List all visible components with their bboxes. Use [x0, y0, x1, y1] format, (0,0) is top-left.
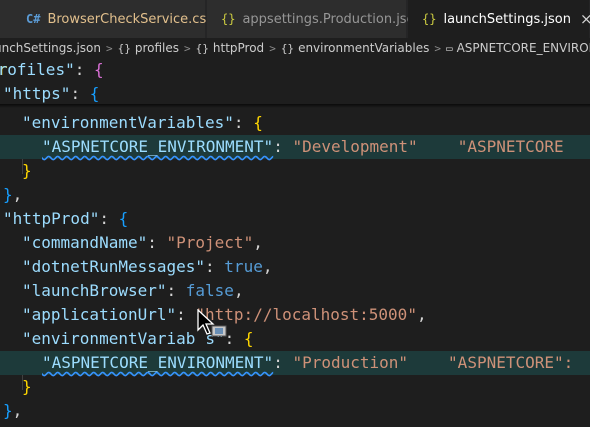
code-line-highlighted[interactable]: "ASPNETCORE_ENVIRONMENT": "Development" "… — [0, 135, 590, 159]
breadcrumb-item-httpprod[interactable]: {} httpProd — [196, 41, 265, 55]
tab-title: BrowserCheckService.cs — [47, 11, 207, 27]
code-token: : — [233, 113, 254, 132]
json-key: "https" — [3, 84, 71, 103]
tab-browsercheckservice[interactable]: C# BrowserCheckService.cs 5 — [0, 0, 224, 38]
object-icon: {} — [117, 41, 131, 55]
code-token: , — [253, 233, 263, 252]
string-property-icon: ▭ — [445, 41, 453, 55]
code-token: , — [416, 305, 427, 324]
breadcrumb-item-profiles[interactable]: {} profiles — [118, 41, 179, 55]
tab-title: appsettings.Production.json — [242, 11, 423, 27]
sticky-scroll-shadow — [0, 104, 590, 108]
code-line[interactable]: } — [0, 159, 590, 183]
code-brace: { — [89, 84, 100, 103]
code-line[interactable]: "httpProd": { — [0, 207, 590, 231]
json-key: rofiles" — [0, 60, 75, 79]
json-string-value-overflow: "ASPNETCORE": — [448, 353, 574, 372]
json-string-value: "Development" — [292, 137, 418, 156]
code-line[interactable]: "https": { — [0, 82, 590, 106]
close-icon[interactable]: × — [580, 10, 590, 28]
code-line[interactable]: "environmentVariab s": { — [0, 327, 590, 351]
code-token: : — [99, 209, 119, 228]
code-line[interactable]: "environmentVariables": { — [0, 111, 590, 135]
json-boolean-value: false — [185, 281, 234, 300]
breadcrumb-item-environmentvariables[interactable]: {} environmentVariables — [281, 41, 430, 55]
breadcrumb-item-file[interactable]: unchSettings.json — [0, 41, 101, 55]
code-brace: { — [93, 60, 104, 79]
code-line[interactable]: "commandName": "Project", — [0, 231, 590, 255]
breadcrumb-label: profiles — [134, 41, 180, 55]
mouse-pointer-icon — [197, 309, 227, 337]
tab-title: launchSettings.json — [443, 11, 571, 27]
code-brace: } — [22, 377, 32, 396]
tab-launchsettings[interactable]: {} launchSettings.json × — [408, 0, 590, 38]
json-file-icon: {} — [422, 12, 437, 26]
object-icon: {} — [280, 41, 295, 55]
breadcrumb-item-aspnetcore-environment[interactable]: ▭ ASPNETCORE_ENVIRONMENT — [446, 41, 590, 55]
breadcrumb-label: httpProd — [212, 41, 265, 55]
code-brace: { — [118, 209, 129, 228]
code-editor[interactable]: rrofiles": { "https": { "environmentVari… — [0, 58, 590, 427]
object-icon: {} — [195, 41, 209, 55]
code-line[interactable]: "dotnetRunMessages": true, — [0, 255, 590, 279]
code-token: : — [205, 257, 225, 276]
code-token: : — [166, 281, 186, 300]
code-token: , — [12, 401, 23, 420]
code-token: : — [74, 60, 94, 79]
code-token: : — [70, 84, 90, 103]
breadcrumb-separator: > — [105, 41, 113, 55]
json-key: "commandName" — [22, 233, 148, 252]
json-string-value: "Production" — [292, 353, 409, 372]
json-key: "ASPNETCORE_ENVIRONMENT" — [42, 353, 274, 372]
code-token: : — [273, 137, 293, 156]
code-brace: { — [243, 329, 254, 348]
json-file-icon: {} — [221, 12, 236, 26]
code-brace: { — [253, 113, 263, 132]
code-token: : — [176, 305, 196, 324]
tab-bar: C# BrowserCheckService.cs 5 {} appsettin… — [0, 0, 590, 38]
json-key: "ASPNETCORE_ENVIRONMENT" — [42, 137, 274, 156]
breadcrumb-separator: > — [434, 41, 441, 55]
code-token: , — [12, 185, 23, 204]
breadcrumb-separator: > — [184, 41, 191, 55]
breadcrumb-label: unchSettings.json — [0, 41, 101, 55]
json-key: "httpProd" — [3, 209, 100, 228]
json-string-value: "Project" — [166, 233, 254, 252]
code-token: , — [262, 257, 273, 276]
code-line[interactable]: "applicationUrl": "http://localhost:5000… — [0, 303, 590, 327]
json-key: "environmentVariables" — [22, 113, 234, 132]
code-line-highlighted[interactable]: "ASPNETCORE_ENVIRONMENT": "Production" "A… — [0, 351, 590, 375]
code-line[interactable]: }, — [0, 399, 590, 423]
tab-appsettings-production[interactable]: {} appsettings.Production.json — [207, 0, 423, 38]
breadcrumb-separator: > — [269, 41, 276, 55]
breadcrumb-label: environmentVariables — [298, 41, 430, 55]
json-boolean-value: true — [224, 257, 263, 276]
json-key: "environmentVariab — [22, 329, 196, 348]
json-string-value-overflow: "ASPNETCORE — [457, 137, 564, 156]
code-token: , — [233, 281, 244, 300]
json-key: "dotnetRunMessages" — [22, 257, 206, 276]
code-line[interactable]: } — [0, 375, 590, 399]
code-brace: } — [3, 185, 13, 204]
breadcrumb: unchSettings.json > {} profiles > {} htt… — [0, 38, 590, 58]
code-line[interactable]: "launchBrowser": false, — [0, 279, 590, 303]
json-key: "launchBrowser" — [22, 281, 167, 300]
code-line[interactable]: rrofiles": { — [0, 58, 590, 82]
csharp-file-icon: C# — [26, 12, 41, 26]
code-brace: } — [3, 401, 13, 420]
breadcrumb-label: ASPNETCORE_ENVIRONMENT — [456, 41, 590, 55]
code-line[interactable]: }, — [0, 183, 590, 207]
code-brace: } — [22, 161, 32, 180]
json-key: "applicationUrl" — [22, 305, 177, 324]
code-token: : — [273, 353, 293, 372]
code-token: : — [147, 233, 167, 252]
